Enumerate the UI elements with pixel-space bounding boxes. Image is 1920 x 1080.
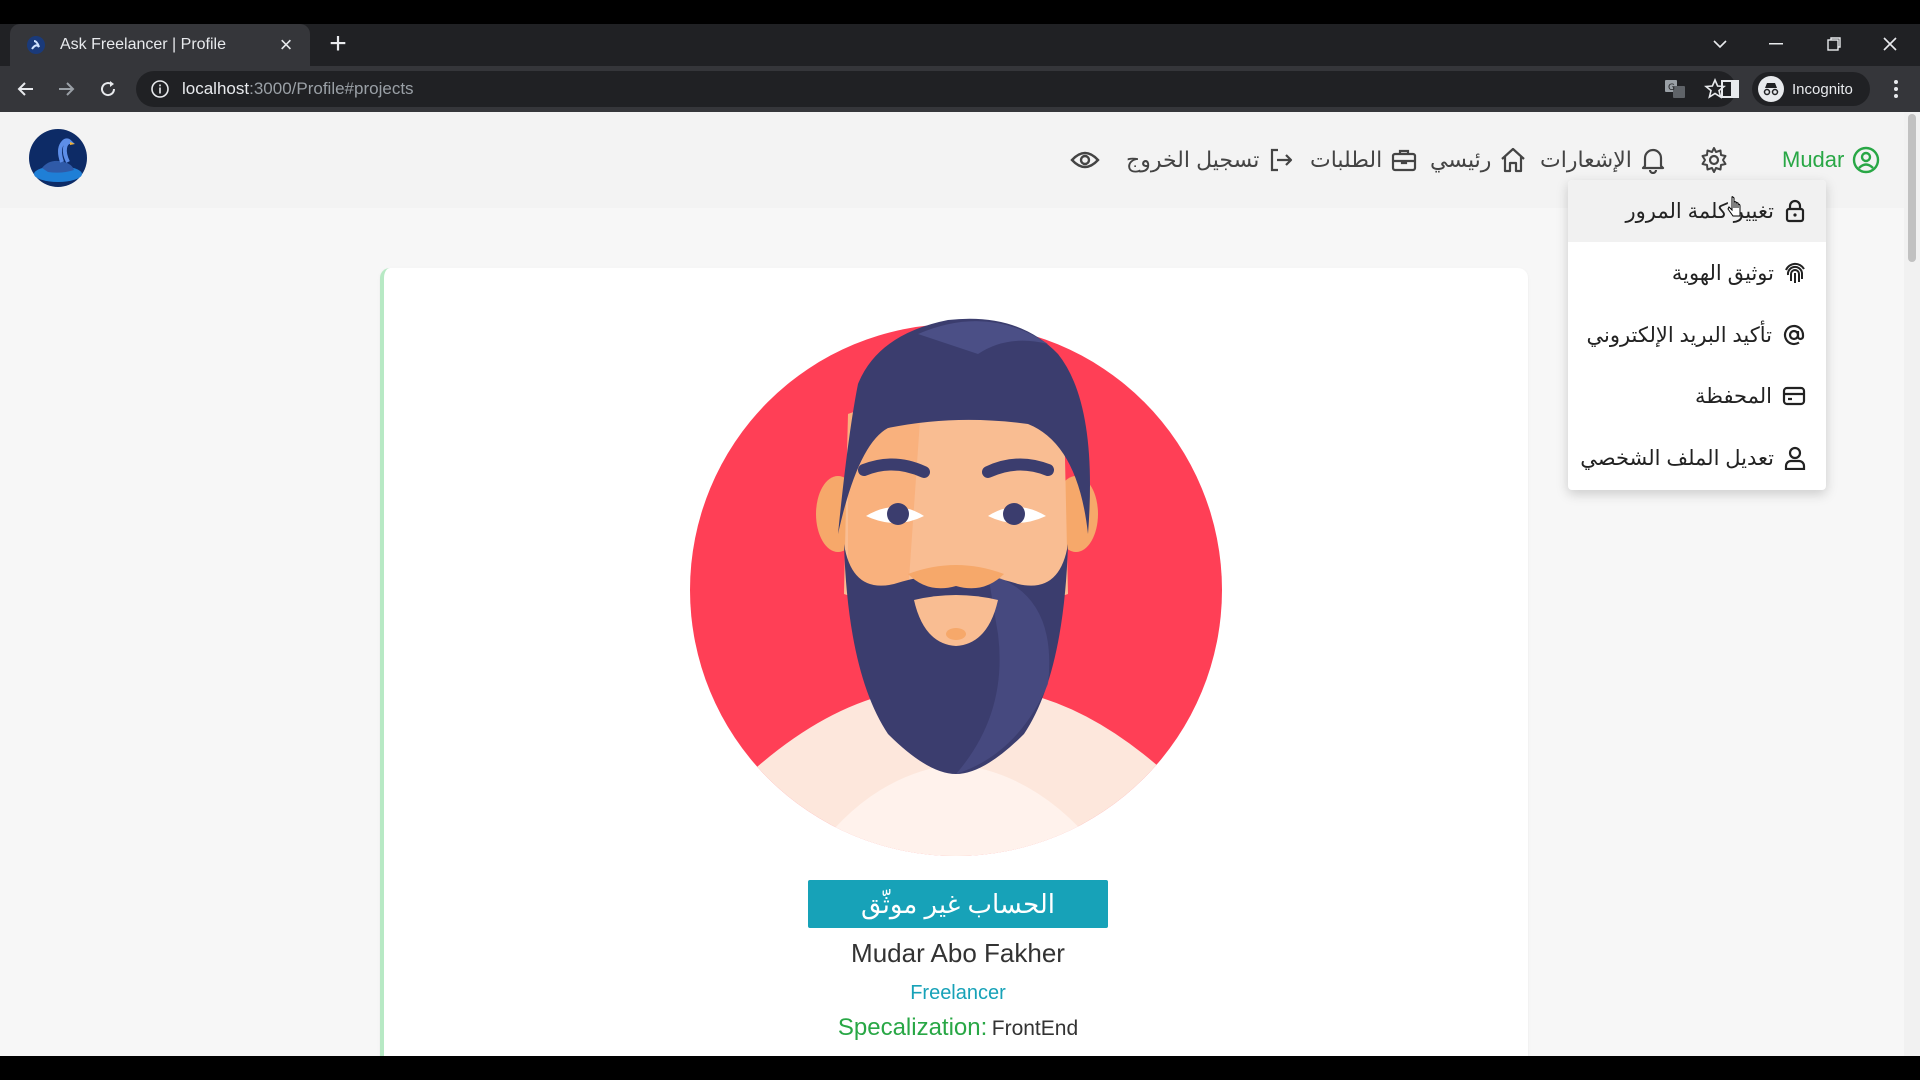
briefcase-icon (1392, 149, 1417, 172)
eye-icon (1070, 151, 1100, 169)
nav-user-menu[interactable]: Mudar (1782, 140, 1880, 180)
translate-icon[interactable]: G (1664, 78, 1686, 100)
nav-notifications-label: الإشعارات (1540, 147, 1632, 172)
gear-icon (1701, 147, 1727, 173)
browser-menu-icon[interactable] (1880, 73, 1912, 105)
at-icon (1783, 324, 1805, 346)
forward-icon[interactable] (50, 73, 82, 105)
incognito-icon (1758, 76, 1784, 102)
profile-card: الحساب غير موثّق Mudar Abo Fakher Freela… (380, 268, 1528, 1056)
dropdown-item-label: تعديل الملف الشخصي (1580, 446, 1774, 470)
url-path: :3000/Profile#projects (249, 79, 414, 98)
dropdown-item-verify-identity[interactable]: توثيق الهوية (1672, 251, 1806, 295)
screen-bottom-edge (0, 1056, 1920, 1080)
dropdown-item-label: تأكيد البريد الإلكتروني (1586, 323, 1772, 347)
profile-name: Mudar Abo Fakher (851, 938, 1065, 968)
dropdown-item-wallet[interactable]: المحفظة (1695, 374, 1806, 418)
fingerprint-icon (1785, 262, 1805, 283)
url-host: localhost (182, 79, 250, 98)
browser-toolbar: localhost:3000/Profile#projects G Incogn… (0, 66, 1920, 112)
specialization-row: Specalization: FrontEnd (384, 1014, 1532, 1042)
dropdown-item-edit-profile[interactable]: تعديل الملف الشخصي (1580, 436, 1806, 480)
avatar (690, 318, 1222, 856)
dropdown-item-label: المحفظة (1694, 384, 1772, 408)
tab-close-icon[interactable]: × (274, 33, 298, 57)
mouse-cursor-icon (1727, 196, 1741, 217)
browser-tab[interactable]: Ask Freelancer | Profile × (10, 24, 310, 66)
back-icon[interactable] (10, 73, 42, 105)
home-icon (1501, 147, 1526, 173)
bell-icon (1641, 148, 1664, 174)
new-tab-icon[interactable]: + (322, 28, 354, 60)
account-status-badge: الحساب غير موثّق (808, 880, 1108, 928)
nav-logout[interactable]: تسجيل الخروج (1126, 140, 1295, 180)
page-viewport: Mudar الإشعارات رئيسي الطلبات تسجيل الخر… (0, 112, 1920, 1056)
minimize-icon[interactable] (1748, 24, 1804, 64)
incognito-label: Incognito (1792, 80, 1853, 98)
dropdown-item-label: تغيير كلمة المرور (1625, 199, 1775, 223)
dropdown-item-label: توثيق الهوية (1671, 261, 1774, 285)
nav-settings[interactable] (1700, 140, 1728, 180)
reload-icon[interactable] (92, 73, 124, 105)
tab-search-icon[interactable] (1692, 24, 1748, 64)
user-icon (1784, 446, 1806, 470)
dropdown-item-change-password[interactable]: تغيير كلمة المرور (1626, 189, 1807, 233)
nav-requests[interactable]: الطلبات (1310, 140, 1418, 180)
nav-view-profile[interactable] (1070, 140, 1100, 180)
swan-logo-icon[interactable] (28, 128, 88, 188)
dropdown-item-confirm-email[interactable]: تأكيد البريد الإلكتروني (1586, 313, 1806, 357)
settings-dropdown: تغيير كلمة المرور توثيق الهوية تأكيد الب… (1568, 180, 1826, 490)
svg-text:G: G (1668, 83, 1675, 93)
url-text: localhost:3000/Profile#projects (182, 79, 414, 99)
specialization-value: FrontEnd (991, 1017, 1079, 1040)
tab-title: Ask Freelancer | Profile (60, 36, 226, 53)
page-scrollbar[interactable] (1904, 112, 1920, 1056)
side-panel-icon[interactable] (1714, 73, 1746, 105)
profile-role: Freelancer (910, 982, 1006, 1004)
nav-user-name: Mudar (1782, 147, 1845, 172)
wallet-icon (1782, 386, 1806, 406)
user-circle-icon (1853, 146, 1880, 174)
nav-requests-label: الطلبات (1310, 147, 1383, 172)
site-info-icon[interactable] (150, 79, 170, 99)
close-window-icon[interactable] (1862, 24, 1918, 64)
screen: Ask Freelancer | Profile × + localhost:3… (0, 0, 1920, 1080)
browser-tabstrip: Ask Freelancer | Profile × + (0, 24, 1920, 66)
logout-icon (1271, 148, 1293, 172)
nav-logout-label: تسجيل الخروج (1126, 147, 1260, 172)
address-bar[interactable]: localhost:3000/Profile#projects G (136, 71, 1736, 107)
specialization-label: Specalization: (837, 1014, 988, 1041)
incognito-indicator[interactable]: Incognito (1752, 72, 1870, 106)
nav-notifications[interactable]: الإشعارات (1540, 140, 1666, 180)
nav-home-label: رئيسي (1430, 147, 1492, 172)
nav-home[interactable]: رئيسي (1430, 140, 1527, 180)
swan-favicon-icon (27, 36, 45, 54)
scrollbar-thumb[interactable] (1908, 114, 1916, 262)
lock-icon (1785, 199, 1805, 223)
restore-icon[interactable] (1806, 24, 1862, 64)
